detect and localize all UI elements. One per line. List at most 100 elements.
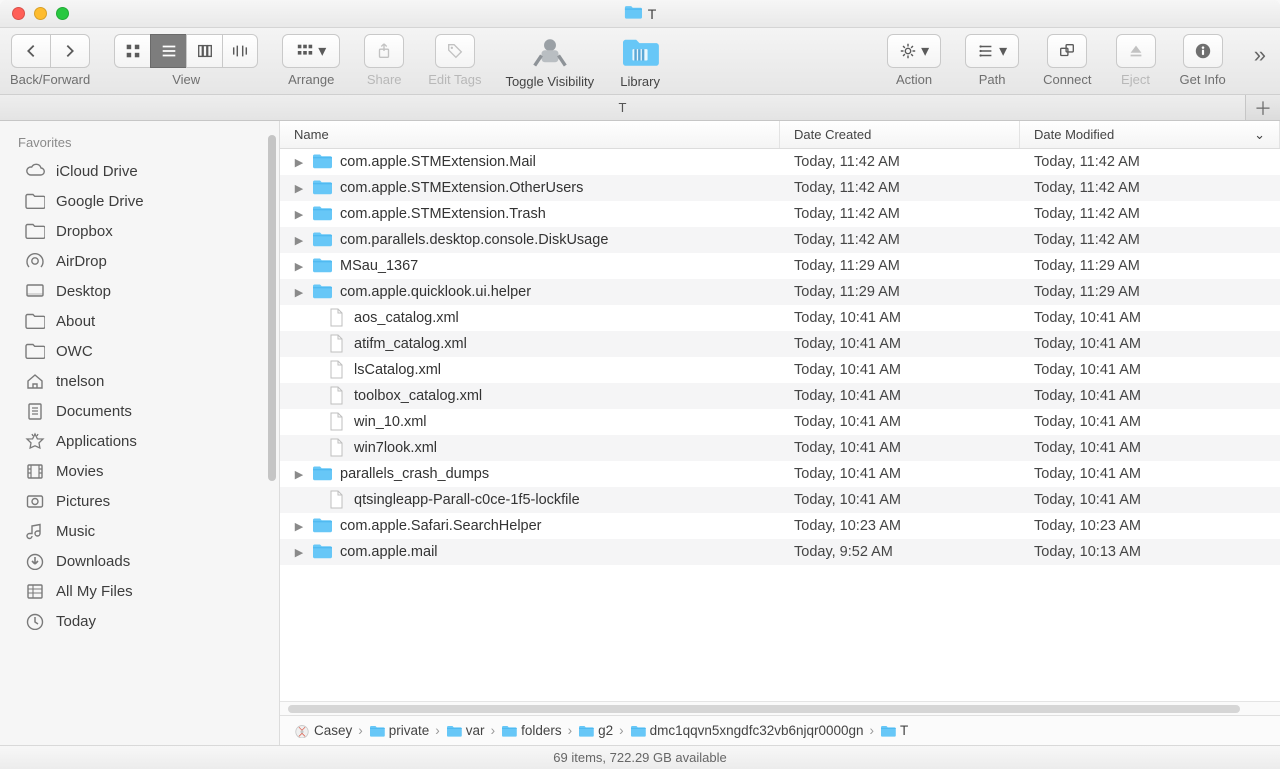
disclosure-triangle-icon[interactable]: ▶︎ <box>294 260 304 273</box>
file-icon <box>326 490 346 510</box>
library-button[interactable] <box>618 34 662 70</box>
sidebar-item[interactable]: Dropbox <box>0 216 279 246</box>
sidebar-item[interactable]: Applications <box>0 426 279 456</box>
eject-label: Eject <box>1121 72 1150 87</box>
path-segment[interactable]: private <box>369 723 430 738</box>
file-rows[interactable]: ▶︎com.apple.STMExtension.MailToday, 11:4… <box>280 149 1280 701</box>
column-name[interactable]: Name <box>280 121 780 148</box>
sidebar-item[interactable]: tnelson <box>0 366 279 396</box>
file-row[interactable]: ▶︎parallels_crash_dumpsToday, 10:41 AMTo… <box>280 461 1280 487</box>
file-row[interactable]: toolbox_catalog.xmlToday, 10:41 AMToday,… <box>280 383 1280 409</box>
file-row[interactable]: ▶︎com.apple.STMExtension.TrashToday, 11:… <box>280 201 1280 227</box>
sidebar-item[interactable]: Google Drive <box>0 186 279 216</box>
sidebar-item[interactable]: AirDrop <box>0 246 279 276</box>
file-row[interactable]: ▶︎com.apple.Safari.SearchHelperToday, 10… <box>280 513 1280 539</box>
tab-active[interactable]: T <box>0 95 1246 120</box>
file-row[interactable]: ▶︎com.apple.STMExtension.MailToday, 11:4… <box>280 149 1280 175</box>
horizontal-scrollbar[interactable] <box>280 701 1280 715</box>
path-segment[interactable]: T <box>880 723 908 738</box>
sidebar-item[interactable]: Documents <box>0 396 279 426</box>
minimize-window-button[interactable] <box>34 7 47 20</box>
file-row[interactable]: aos_catalog.xmlToday, 10:41 AMToday, 10:… <box>280 305 1280 331</box>
title-folder-icon <box>624 3 642 24</box>
new-tab-button[interactable]: ＋ <box>1246 95 1280 120</box>
file-date-modified: Today, 11:29 AM <box>1020 258 1280 274</box>
titlebar[interactable]: T <box>0 0 1280 28</box>
file-row[interactable]: ▶︎com.apple.STMExtension.OtherUsersToday… <box>280 175 1280 201</box>
disclosure-triangle-icon[interactable]: ▶︎ <box>294 208 304 221</box>
sidebar-item[interactable]: Today <box>0 606 279 636</box>
path-segment[interactable]: g2 <box>578 723 613 738</box>
downloads-icon <box>24 551 46 571</box>
toolbar-overflow-button[interactable]: » <box>1250 34 1270 92</box>
disclosure-triangle-icon[interactable]: ▶︎ <box>294 546 304 559</box>
action-button[interactable]: ▾ <box>887 34 941 68</box>
sidebar-item[interactable]: Desktop <box>0 276 279 306</box>
arrange-button[interactable]: ▾ <box>282 34 340 68</box>
sidebar[interactable]: Favorites iCloud DriveGoogle DriveDropbo… <box>0 121 280 745</box>
view-list-button[interactable] <box>150 34 186 68</box>
file-row[interactable]: ▶︎com.parallels.desktop.console.DiskUsag… <box>280 227 1280 253</box>
disclosure-triangle-icon[interactable]: ▶︎ <box>294 520 304 533</box>
sidebar-item[interactable]: All My Files <box>0 576 279 606</box>
file-icon <box>326 386 346 406</box>
view-icons-button[interactable] <box>114 34 150 68</box>
sidebar-item[interactable]: About <box>0 306 279 336</box>
file-row[interactable]: win7look.xmlToday, 10:41 AMToday, 10:41 … <box>280 435 1280 461</box>
close-window-button[interactable] <box>12 7 25 20</box>
back-button[interactable] <box>11 34 50 68</box>
sidebar-item-label: Today <box>56 613 96 630</box>
sidebar-item[interactable]: iCloud Drive <box>0 156 279 186</box>
file-icon <box>326 360 346 380</box>
disclosure-triangle-icon[interactable]: ▶︎ <box>294 468 304 481</box>
view-columns-button[interactable] <box>186 34 222 68</box>
file-name: com.apple.STMExtension.OtherUsers <box>340 180 583 196</box>
path-segment[interactable]: Casey <box>294 723 352 738</box>
path-segment[interactable]: dmc1qqvn5xngdfc32vb6njqr0000gn <box>630 723 864 738</box>
sidebar-item[interactable]: Music <box>0 516 279 546</box>
column-date-modified[interactable]: Date Modified⌄ <box>1020 121 1280 148</box>
file-row[interactable]: lsCatalog.xmlToday, 10:41 AMToday, 10:41… <box>280 357 1280 383</box>
path-button[interactable]: ▾ <box>965 34 1019 68</box>
column-date-created[interactable]: Date Created <box>780 121 1020 148</box>
path-bar[interactable]: Casey›private›var›folders›g2›dmc1qqvn5xn… <box>280 715 1280 745</box>
file-date-created: Today, 10:23 AM <box>780 518 1020 534</box>
sidebar-item[interactable]: OWC <box>0 336 279 366</box>
file-date-created: Today, 11:29 AM <box>780 258 1020 274</box>
file-date-modified: Today, 11:42 AM <box>1020 206 1280 222</box>
file-row[interactable]: atifm_catalog.xmlToday, 10:41 AMToday, 1… <box>280 331 1280 357</box>
sidebar-item[interactable]: Movies <box>0 456 279 486</box>
disclosure-triangle-icon[interactable]: ▶︎ <box>294 182 304 195</box>
folder-icon <box>312 282 332 302</box>
sidebar-scrollbar[interactable] <box>268 135 276 731</box>
toggle-visibility-button[interactable] <box>528 34 572 70</box>
path-segment[interactable]: folders <box>501 723 562 738</box>
file-row[interactable]: ▶︎MSau_1367Today, 11:29 AMToday, 11:29 A… <box>280 253 1280 279</box>
file-row[interactable]: qtsingleapp-Parall-c0ce-1f5-lockfileToda… <box>280 487 1280 513</box>
tab-active-label: T <box>619 100 627 115</box>
sidebar-item[interactable]: Downloads <box>0 546 279 576</box>
folder-icon <box>312 204 332 224</box>
file-row[interactable]: ▶︎com.apple.mailToday, 9:52 AMToday, 10:… <box>280 539 1280 565</box>
edit-tags-button[interactable] <box>435 34 475 68</box>
get-info-label: Get Info <box>1180 72 1226 87</box>
fullscreen-window-button[interactable] <box>56 7 69 20</box>
get-info-button[interactable] <box>1183 34 1223 68</box>
connect-button[interactable] <box>1047 34 1087 68</box>
sidebar-item-label: iCloud Drive <box>56 163 138 180</box>
path-segment[interactable]: var <box>446 723 485 738</box>
file-date-modified: Today, 10:41 AM <box>1020 414 1280 430</box>
disclosure-triangle-icon[interactable]: ▶︎ <box>294 286 304 299</box>
path-separator-icon: › <box>435 723 440 738</box>
sidebar-item[interactable]: Pictures <box>0 486 279 516</box>
share-button[interactable] <box>364 34 404 68</box>
file-date-modified: Today, 10:41 AM <box>1020 310 1280 326</box>
disclosure-triangle-icon[interactable]: ▶︎ <box>294 156 304 169</box>
file-row[interactable]: ▶︎com.apple.quicklook.ui.helperToday, 11… <box>280 279 1280 305</box>
disclosure-triangle-icon[interactable]: ▶︎ <box>294 234 304 247</box>
eject-button[interactable] <box>1116 34 1156 68</box>
view-coverflow-button[interactable] <box>222 34 258 68</box>
forward-button[interactable] <box>50 34 90 68</box>
file-row[interactable]: win_10.xmlToday, 10:41 AMToday, 10:41 AM <box>280 409 1280 435</box>
file-name: parallels_crash_dumps <box>340 466 489 482</box>
